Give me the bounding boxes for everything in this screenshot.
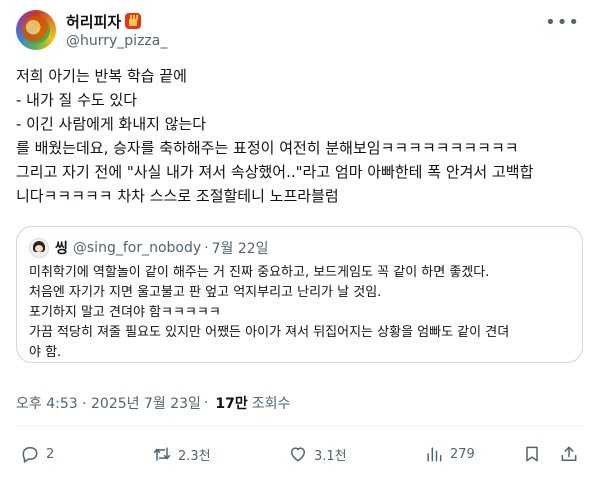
- author-handle[interactable]: @hurry_pizza_: [66, 33, 167, 49]
- share-icon: [561, 446, 577, 461]
- views-button[interactable]: 279: [424, 444, 475, 464]
- action-bar: 2 2.3천 3.1천 279: [16, 436, 583, 472]
- author-name-row: 허리피자: [66, 11, 142, 32]
- retweet-count: 2.3천: [178, 448, 211, 464]
- quote-text: 미취학기에 역할놀이 같이 해주는 거 진짜 중요하고, 보드게임도 꼭 같이 …: [29, 265, 510, 360]
- bar-chart-icon: [427, 447, 442, 462]
- tweet-header: 허리피자 @hurry_pizza_ •••: [16, 10, 586, 54]
- tweet-meta: 오후 4:53 · 2025년 7월 23일 · 17만 조회수: [16, 393, 290, 413]
- reply-icon: [22, 447, 38, 463]
- tweet-timestamp[interactable]: 오후 4:53 · 2025년 7월 23일: [16, 393, 201, 413]
- quote-date: 7월 22일: [211, 241, 269, 257]
- bookmark-icon: [526, 446, 538, 462]
- divider: [16, 425, 583, 426]
- retweet-icon: [153, 447, 171, 461]
- reply-button[interactable]: 2: [20, 444, 54, 464]
- like-button[interactable]: 3.1천: [288, 444, 347, 464]
- author-display-name[interactable]: 허리피자: [66, 11, 121, 32]
- quote-header: 씽 @sing_for_nobody · 7월 22일: [29, 237, 269, 259]
- author-avatar[interactable]: [16, 10, 56, 50]
- share-button[interactable]: [559, 444, 579, 464]
- retweet-button[interactable]: 2.3천: [152, 444, 211, 464]
- views-count: 17만: [215, 396, 248, 412]
- meta-separator: ·: [203, 395, 209, 411]
- tweet-text: 저희 아기는 반복 학습 끝에 - 내가 질 수도 있다 - 이긴 사람에게 화…: [16, 67, 534, 205]
- quote-avatar: [29, 238, 49, 258]
- heart-icon: [291, 447, 305, 462]
- reply-count: 2: [46, 446, 55, 462]
- views-label: 조회수: [251, 396, 291, 412]
- quoted-tweet[interactable]: 씽 @sing_for_nobody · 7월 22일 미취학기에 역할놀이 같…: [16, 226, 583, 363]
- fries-badge-icon: [125, 13, 142, 29]
- bookmark-button[interactable]: [522, 444, 542, 464]
- quote-author-handle: @sing_for_nobody: [72, 240, 202, 256]
- quote-separator: ·: [204, 240, 209, 256]
- quote-author-name: 씽: [55, 241, 68, 257]
- like-count: 3.1천: [314, 448, 347, 464]
- views-action-count: 279: [450, 446, 475, 462]
- more-icon[interactable]: •••: [545, 12, 580, 33]
